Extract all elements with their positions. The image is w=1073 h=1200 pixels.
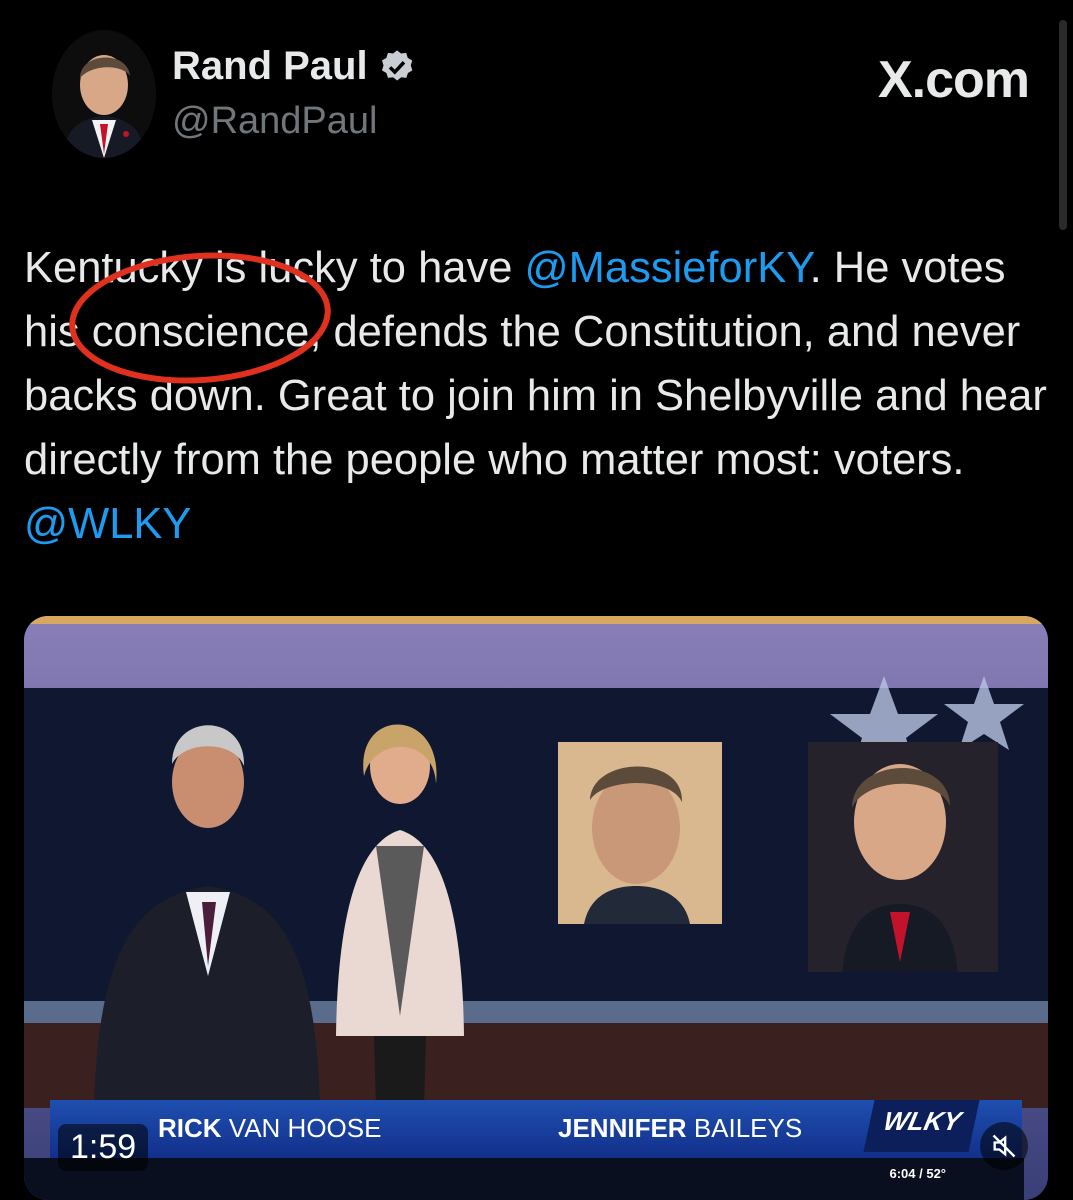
mute-button[interactable] bbox=[980, 1122, 1028, 1170]
anchor-first-name: JENNIFER bbox=[558, 1113, 687, 1143]
station-logo: WLKY bbox=[863, 1100, 980, 1152]
mention-link[interactable]: @MassieforKY bbox=[524, 244, 809, 292]
lower-third: RICK VAN HOOSE JENNIFER BAILEYS WLKY bbox=[50, 1100, 1022, 1158]
brand-watermark: X.com bbox=[877, 51, 1030, 109]
avatar[interactable] bbox=[52, 30, 156, 158]
anchor-last-name: BAILEYS bbox=[693, 1113, 803, 1143]
lower-third-ticker: 6:04 / 52° bbox=[24, 1158, 1024, 1200]
anchor-name: JENNIFER BAILEYS bbox=[558, 1113, 802, 1144]
scrollbar[interactable] bbox=[1059, 20, 1067, 230]
video-duration: 1:59 bbox=[58, 1124, 149, 1171]
time-temp: 6:04 / 52° bbox=[889, 1166, 946, 1181]
mute-icon bbox=[992, 1134, 1016, 1158]
anchor-last-name: VAN HOOSE bbox=[228, 1113, 382, 1143]
tweet-text: Kentucky is lucky to have @MassieforKY. … bbox=[24, 236, 1054, 556]
video-player[interactable]: RICK VAN HOOSE JENNIFER BAILEYS WLKY 6:0… bbox=[24, 616, 1048, 1200]
anchor-first-name: RICK bbox=[158, 1113, 222, 1143]
tweet-text-segment: Kentucky is lucky to have bbox=[24, 244, 525, 292]
anchor-name: RICK VAN HOOSE bbox=[158, 1113, 381, 1144]
display-name[interactable]: Rand Paul bbox=[172, 44, 368, 89]
verified-badge-icon bbox=[381, 49, 412, 80]
handle[interactable]: @RandPaul bbox=[172, 100, 377, 143]
mention-link[interactable]: @WLKY bbox=[24, 500, 191, 548]
